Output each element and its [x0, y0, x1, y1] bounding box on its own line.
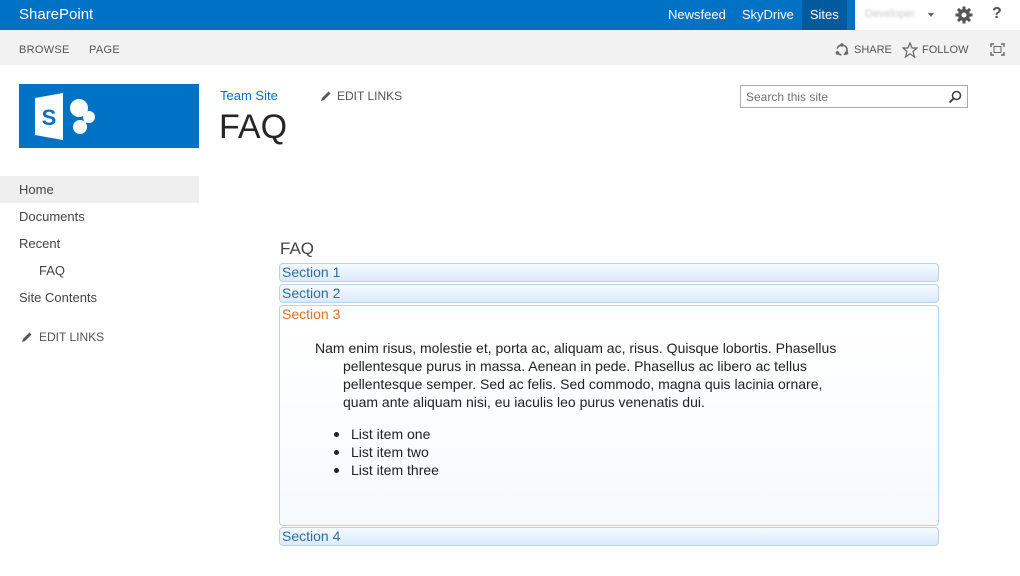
pencil-icon — [22, 332, 32, 342]
user-menu[interactable]: Developer — [865, 8, 915, 20]
suite-links: Newsfeed SkyDrive Sites — [660, 0, 847, 30]
faq-heading: FAQ — [280, 239, 315, 258]
tab-page[interactable]: PAGE — [89, 44, 120, 56]
help-icon[interactable]: ? — [992, 5, 1002, 23]
accordion-section-1[interactable]: Section 1 — [279, 263, 939, 282]
pencil-icon — [321, 91, 331, 101]
edit-links-nav-label: EDIT LINKS — [39, 330, 105, 344]
section-3-list: List item one List item two List item th… — [315, 425, 439, 479]
nav-item-site-contents[interactable]: Site Contents — [0, 284, 199, 311]
site-logo[interactable]: S — [19, 84, 199, 148]
edit-links-nav-button[interactable]: EDIT LINKS — [21, 330, 104, 344]
nav-item-documents[interactable]: Documents — [0, 203, 199, 230]
follow-button[interactable]: FOLLOW — [902, 42, 968, 58]
chevron-down-icon[interactable] — [928, 13, 934, 17]
tab-browse[interactable]: BROWSE — [19, 44, 70, 56]
breadcrumb-team-site[interactable]: Team Site — [220, 88, 278, 103]
gear-icon[interactable] — [954, 5, 974, 25]
focus-content-icon[interactable] — [990, 43, 1005, 56]
edit-links-top-button[interactable]: EDIT LINKS — [320, 89, 402, 103]
sites-link[interactable]: Sites — [801, 0, 847, 30]
skydrive-link[interactable]: SkyDrive — [734, 0, 802, 30]
page-title: FAQ — [219, 108, 288, 146]
accordion-section-4[interactable]: Section 4 — [279, 527, 939, 546]
share-label: SHARE — [854, 44, 892, 56]
star-icon — [902, 42, 918, 58]
accordion-section-2[interactable]: Section 2 — [279, 284, 939, 303]
user-area: Developer ? — [855, 0, 1020, 30]
svg-text:S: S — [42, 105, 57, 130]
edit-links-top-label: EDIT LINKS — [337, 89, 403, 103]
brand-link[interactable]: SharePoint — [19, 6, 93, 23]
share-button[interactable]: SHARE — [834, 42, 892, 58]
accordion-panel-section-3: Nam enim risus, molestie et, porta ac, a… — [279, 324, 939, 526]
newsfeed-link[interactable]: Newsfeed — [660, 0, 734, 30]
suite-bar: SharePoint Newsfeed SkyDrive Sites Devel… — [0, 0, 1020, 30]
list-item: List item three — [315, 461, 439, 479]
list-item: List item one — [315, 425, 439, 443]
accordion-section-3[interactable]: Section 3 — [279, 305, 939, 324]
search-input[interactable] — [741, 86, 941, 107]
section-3-paragraph: Nam enim risus, molestie et, porta ac, a… — [315, 340, 837, 410]
nav-item-faq[interactable]: FAQ — [0, 257, 199, 284]
share-icon — [835, 43, 849, 56]
list-item: List item two — [315, 443, 439, 461]
search-icon[interactable] — [948, 90, 962, 104]
sharepoint-logo-icon: S — [35, 93, 95, 140]
nav-item-recent[interactable]: Recent — [0, 230, 199, 257]
search-box — [740, 85, 968, 108]
ribbon: BROWSE PAGE SHARE FOLLOW — [0, 30, 1020, 65]
follow-label: FOLLOW — [922, 44, 969, 56]
nav-item-home[interactable]: Home — [0, 176, 199, 203]
